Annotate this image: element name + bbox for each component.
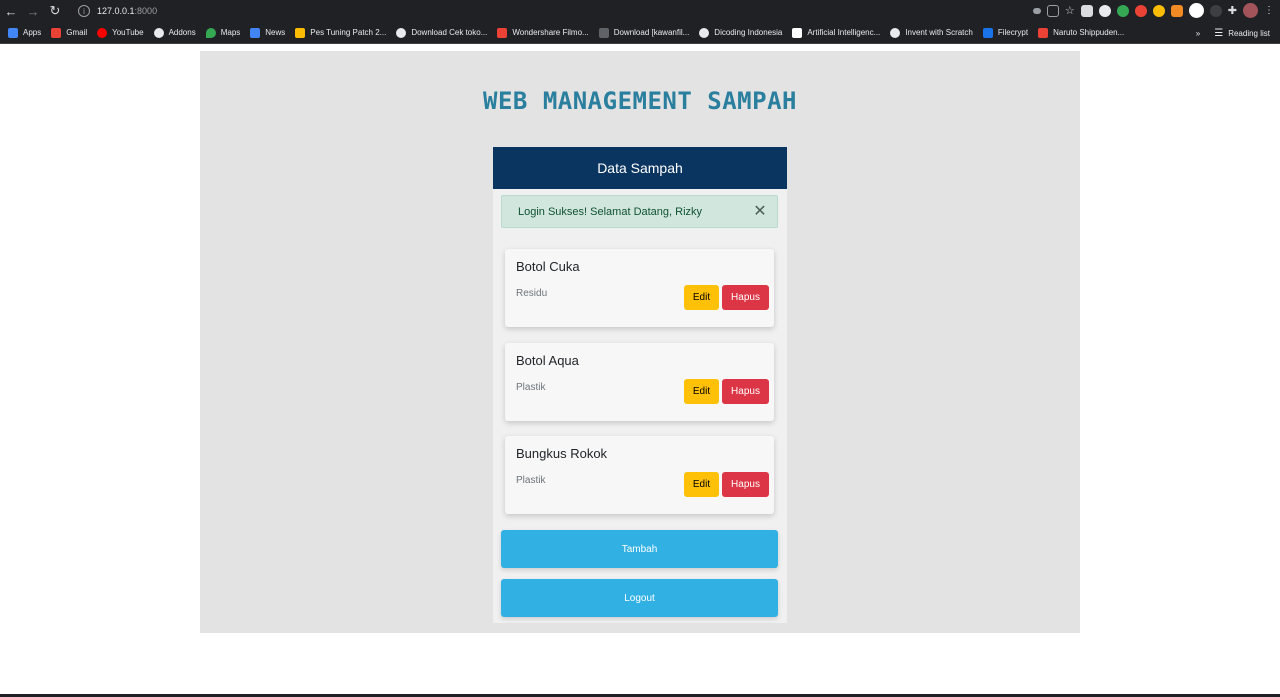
- close-icon[interactable]: ✕: [753, 204, 767, 220]
- bookmark-label: Pes Tuning Patch 2...: [310, 28, 387, 37]
- back-arrow-icon[interactable]: ←: [0, 0, 22, 22]
- item-name: Botol Cuka: [516, 259, 580, 274]
- info-icon[interactable]: i: [78, 5, 90, 17]
- bookmark-wondershare[interactable]: Wondershare Filmo...: [497, 27, 589, 38]
- bookmark-naruto[interactable]: Naruto Shippuden...: [1038, 27, 1125, 38]
- bookmark-ai[interactable]: Artificial Intelligenc...: [792, 27, 881, 38]
- forward-arrow-icon[interactable]: →: [22, 0, 44, 22]
- avatar[interactable]: [1243, 3, 1258, 18]
- bookmark-dicoding[interactable]: Dicoding Indonesia: [699, 27, 783, 38]
- main-panel: WEB MANAGEMENT SAMPAH Data Sampah Login …: [200, 51, 1080, 633]
- share-icon[interactable]: [1046, 4, 1059, 17]
- list-item: Botol Aqua Plastik Edit Hapus: [505, 343, 774, 421]
- url-host: 127.0.0.1: [97, 6, 135, 16]
- bookmark-label: Addons: [168, 28, 196, 37]
- star-icon[interactable]: ☆: [1065, 4, 1075, 17]
- maps-pin-icon: [205, 27, 216, 38]
- gmail-icon: [51, 27, 62, 38]
- item-type: Plastik: [516, 475, 546, 486]
- globe-icon: [890, 27, 901, 38]
- reading-list-icon: ☰: [1214, 27, 1224, 39]
- bookmark-label: Download Cek toko...: [411, 28, 488, 37]
- more-bookmarks-button[interactable]: »: [1196, 29, 1200, 38]
- reload-icon[interactable]: ↻: [44, 0, 66, 22]
- alert-message: Login Sukses! Selamat Datang, Rizky: [518, 205, 703, 218]
- page-title: WEB MANAGEMENT SAMPAH: [483, 87, 797, 115]
- add-button[interactable]: Tambah: [501, 530, 778, 568]
- data-card: Data Sampah Login Sukses! Selamat Datang…: [493, 147, 787, 623]
- url-port: :8000: [134, 6, 158, 16]
- bookmark-label: Wondershare Filmo...: [512, 28, 589, 37]
- youtube-icon: [97, 27, 108, 38]
- ai-icon: [792, 27, 803, 38]
- bookmark-filecrypt[interactable]: Filecrypt: [982, 27, 1029, 38]
- edit-button[interactable]: Edit: [684, 472, 719, 497]
- globe-icon: [396, 27, 407, 38]
- bookmark-addons[interactable]: Addons: [153, 27, 196, 38]
- key-icon[interactable]: [1032, 7, 1041, 14]
- item-type: Plastik: [516, 382, 546, 393]
- page-body: WEB MANAGEMENT SAMPAH Data Sampah Login …: [0, 45, 1280, 697]
- bookmark-label: News: [265, 28, 286, 37]
- folder-icon: [497, 27, 508, 38]
- folder-icon: [1038, 27, 1049, 38]
- bookmark-news[interactable]: News: [250, 27, 286, 38]
- item-name: Botol Aqua: [516, 353, 579, 368]
- extension-gray-icon[interactable]: [1209, 4, 1222, 17]
- address-bar[interactable]: i 127.0.0.1:8000: [72, 2, 1172, 20]
- bookmark-gmail[interactable]: Gmail: [51, 27, 88, 38]
- bookmark-label: Apps: [23, 28, 42, 37]
- extension-green-icon[interactable]: [1116, 4, 1129, 17]
- bookmark-label: Invent with Scratch: [905, 28, 973, 37]
- logout-button[interactable]: Logout: [501, 579, 778, 617]
- card-header: Data Sampah: [493, 147, 787, 189]
- delete-button[interactable]: Hapus: [722, 285, 769, 310]
- bookmark-label: Artificial Intelligenc...: [807, 28, 881, 37]
- extension-doc-icon[interactable]: [1080, 4, 1093, 17]
- extension-eye-icon[interactable]: [1098, 4, 1111, 17]
- bookmark-label: Dicoding Indonesia: [714, 28, 783, 37]
- bookmark-label: Filecrypt: [997, 28, 1029, 37]
- bookmark-label: YouTube: [112, 28, 144, 37]
- bookmark-pes[interactable]: Pes Tuning Patch 2...: [295, 27, 387, 38]
- extensions-area: ☆ ✚: [1032, 3, 1258, 18]
- list-item: Bungkus Rokok Plastik Edit Hapus: [505, 436, 774, 514]
- apps-grid-icon: [8, 27, 18, 38]
- pes-icon: [295, 27, 306, 38]
- item-type: Residu: [516, 288, 548, 299]
- reading-list-button[interactable]: Reading list: [1228, 29, 1270, 38]
- kawanfilm-icon: [598, 27, 609, 38]
- bookmarks-bar: Apps Gmail YouTube Addons Maps News Pes …: [0, 22, 1280, 44]
- list-item: Botol Cuka Residu Edit Hapus: [505, 249, 774, 327]
- bookmark-label: Gmail: [66, 28, 88, 37]
- delete-button[interactable]: Hapus: [722, 472, 769, 497]
- globe-icon: [153, 27, 164, 38]
- bookmark-kawanfilm[interactable]: Download [kawanfil...: [598, 27, 690, 38]
- bookmark-apps[interactable]: Apps: [8, 27, 42, 38]
- bookmark-maps[interactable]: Maps: [205, 27, 241, 38]
- browser-toolbar: ← → ↻ i 127.0.0.1:8000 ☆ ✚ ⋮: [0, 0, 1280, 22]
- extension-white-icon[interactable]: [1188, 3, 1204, 18]
- bookmark-label: Download [kawanfil...: [613, 28, 690, 37]
- bookmarks-right: » ☰ Reading list: [1196, 22, 1270, 44]
- edit-button[interactable]: Edit: [684, 285, 719, 310]
- dicoding-icon: [699, 27, 710, 38]
- extension-orange-icon[interactable]: [1170, 4, 1183, 17]
- bookmark-label: Naruto Shippuden...: [1053, 28, 1125, 37]
- delete-button[interactable]: Hapus: [722, 379, 769, 404]
- menu-kebab-icon[interactable]: ⋮: [1264, 5, 1274, 16]
- bookmark-youtube[interactable]: YouTube: [97, 27, 144, 38]
- puzzle-icon[interactable]: ✚: [1228, 4, 1237, 17]
- success-alert: Login Sukses! Selamat Datang, Rizky ✕: [501, 195, 778, 228]
- edit-button[interactable]: Edit: [684, 379, 719, 404]
- filecrypt-icon: [982, 27, 993, 38]
- bookmark-cek-toko[interactable]: Download Cek toko...: [396, 27, 488, 38]
- extension-color-icon[interactable]: [1152, 4, 1165, 17]
- item-name: Bungkus Rokok: [516, 446, 608, 461]
- extension-red-icon[interactable]: [1134, 4, 1147, 17]
- bookmark-label: Maps: [220, 28, 241, 37]
- bookmark-scratch[interactable]: Invent with Scratch: [890, 27, 973, 38]
- news-icon: [250, 27, 261, 38]
